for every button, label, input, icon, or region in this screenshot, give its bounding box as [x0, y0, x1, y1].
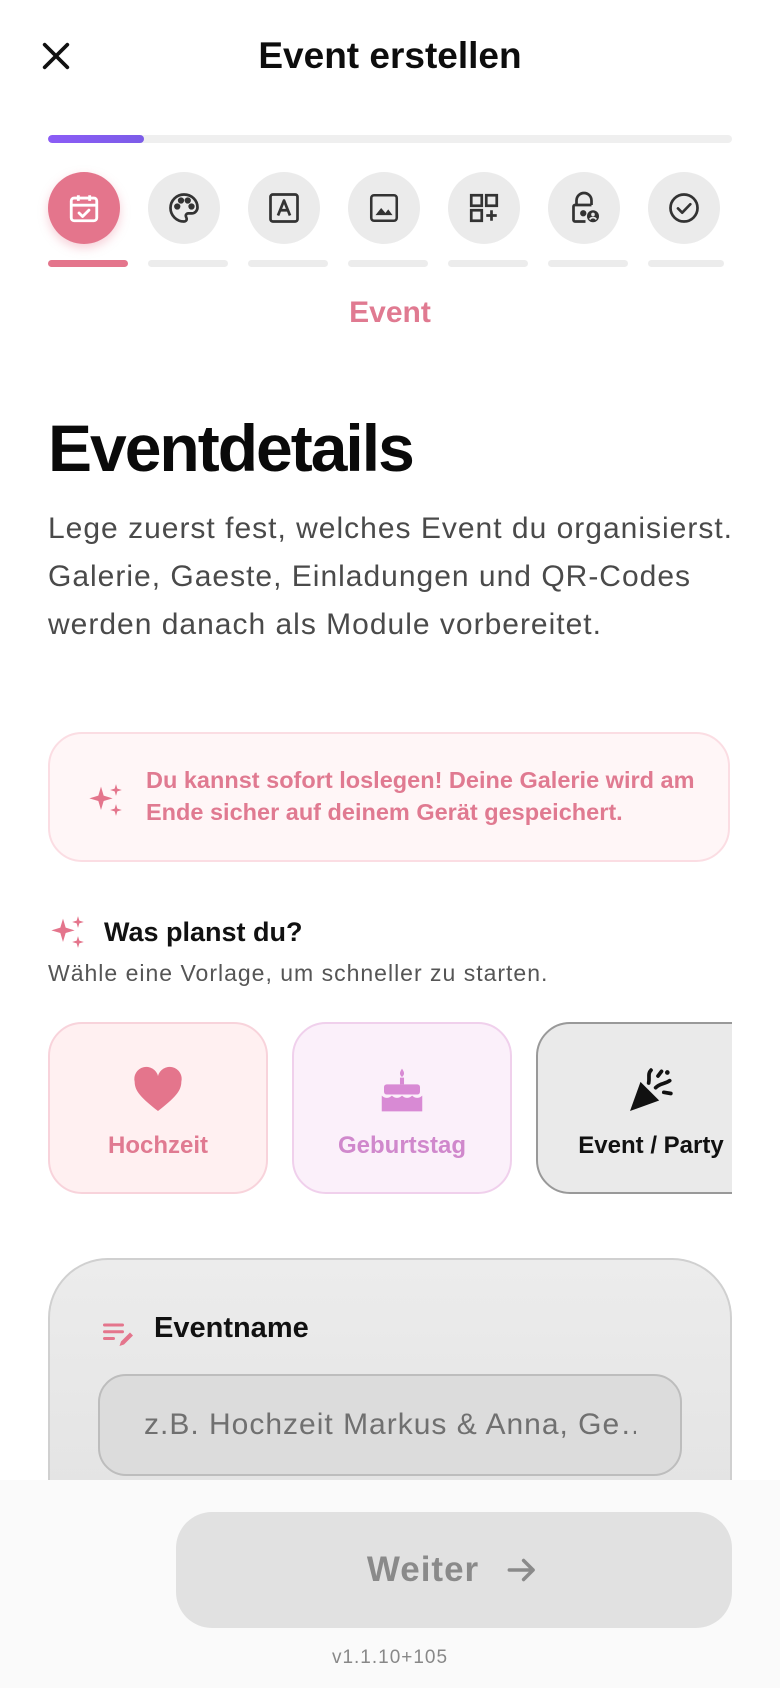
- sparkles-icon: [51, 916, 84, 948]
- header-title: Event erstellen: [258, 35, 522, 76]
- step-finish-bar: [648, 260, 724, 267]
- sparkles-icon: [89, 784, 122, 816]
- party-popper-icon: [630, 1068, 673, 1111]
- step-text[interactable]: [248, 172, 328, 272]
- grid-add-icon: [469, 193, 499, 223]
- event-name-card: Eventname: [48, 1258, 732, 1518]
- step-design-circle: [148, 172, 220, 244]
- step-design-bar: [148, 260, 228, 267]
- template-party-label: Event / Party: [578, 1132, 724, 1159]
- event-name-label: Eventname: [154, 1312, 309, 1344]
- step-image-circle: [348, 172, 420, 244]
- template-birthday[interactable]: Geburtstag: [292, 1022, 512, 1194]
- step-modules-bar: [448, 260, 528, 267]
- step-text-bar: [248, 260, 328, 267]
- step-modules-circle: [448, 172, 520, 244]
- step-image-bar: [348, 260, 428, 267]
- close-button[interactable]: [30, 30, 82, 82]
- step-privacy-circle: [548, 172, 620, 244]
- template-party-icon-wrap: [538, 1062, 732, 1118]
- heart-icon: [134, 1066, 182, 1111]
- step-event[interactable]: [48, 172, 128, 272]
- step-text-circle: [248, 172, 320, 244]
- step-event-bar: [48, 260, 128, 267]
- step-image[interactable]: [348, 172, 428, 272]
- check-circle-icon: [669, 193, 699, 223]
- page-title: Eventdetails: [48, 411, 415, 485]
- info-banner: Du kannst sofort loslegen! Deine Galerie…: [48, 732, 730, 862]
- step-privacy-bar: [548, 260, 628, 267]
- lock-user-icon: [572, 191, 599, 223]
- template-birthday-icon-wrap: [294, 1062, 510, 1118]
- template-party[interactable]: Event / Party: [536, 1022, 732, 1194]
- template-list: Hochzeit Geburtstag Event / Party: [48, 1022, 732, 1194]
- templates-title: Was planst du?: [104, 917, 303, 947]
- template-wedding-icon-wrap: [50, 1062, 266, 1118]
- next-button[interactable]: Weiter: [176, 1512, 732, 1628]
- image-icon: [369, 193, 399, 223]
- template-wedding[interactable]: Hochzeit: [48, 1022, 268, 1194]
- progress-bar: [48, 135, 732, 143]
- arrow-right-icon: [507, 1558, 535, 1582]
- progress-fill: [48, 135, 144, 143]
- template-birthday-label: Geburtstag: [337, 1132, 466, 1159]
- step-modules[interactable]: [448, 172, 528, 272]
- step-privacy[interactable]: [548, 172, 628, 272]
- step-finish-circle: [648, 172, 720, 244]
- page-description: Lege zuerst fest, welches Event du organ…: [48, 512, 734, 641]
- current-step-label: Event: [349, 296, 431, 329]
- close-icon: [42, 42, 70, 70]
- cake-icon: [381, 1068, 423, 1112]
- version-label: v1.1.10+105: [331, 1647, 449, 1668]
- step-design[interactable]: [148, 172, 228, 272]
- edit-notes-icon: [103, 1323, 133, 1346]
- template-wedding-label: Hochzeit: [107, 1132, 208, 1159]
- info-text: Du kannst sofort loslegen! Deine Galerie…: [146, 767, 695, 825]
- step-finish[interactable]: [648, 172, 728, 272]
- next-button-label: Weiter: [366, 1550, 480, 1589]
- text-frame-icon: [269, 193, 299, 223]
- event-name-input[interactable]: [98, 1374, 682, 1476]
- templates-subtitle: Wähle eine Vorlage, um schneller zu star…: [48, 960, 549, 986]
- step-indicator: [48, 172, 732, 272]
- calendar-check-icon: [69, 195, 99, 223]
- palette-icon: [169, 193, 199, 223]
- step-event-circle: [48, 172, 120, 244]
